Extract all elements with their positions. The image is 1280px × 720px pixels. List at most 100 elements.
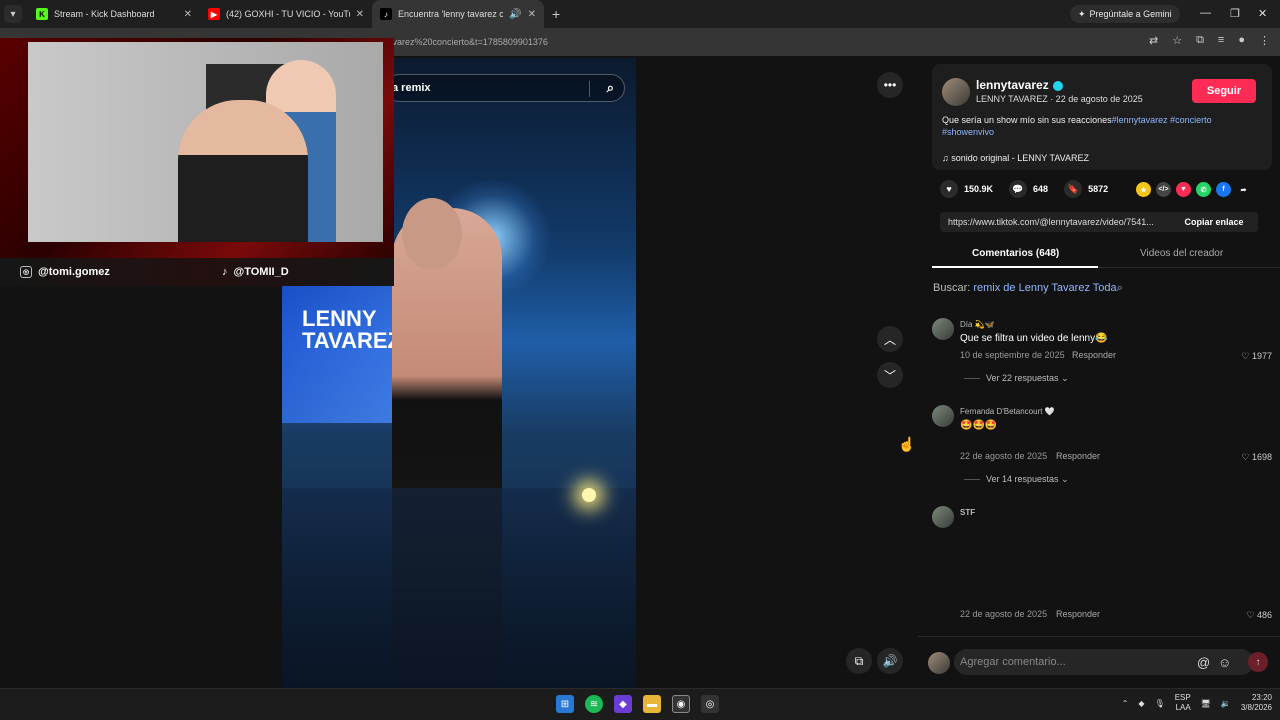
hashtag-link[interactable]: #showenvivo (942, 127, 994, 137)
url-field[interactable]: 0tavarez%20concierto&t=1785809901376 (380, 32, 1100, 52)
comment-avatar[interactable] (932, 506, 954, 528)
search-icon[interactable]: ⌕ (607, 80, 614, 96)
chrome-icon[interactable]: ◉ (672, 695, 690, 713)
view-replies-button[interactable]: Ver 22 respuestas ⌄ (964, 373, 1069, 384)
heart-outline-icon: ♡ (1241, 351, 1250, 361)
media-icon[interactable]: ≡ (1218, 34, 1224, 47)
comment-date: 10 de septiembre de 2025 (960, 350, 1065, 360)
volume-button[interactable]: 🔊 (877, 648, 903, 674)
panel-tabs: Comentarios (648) Videos del creador (932, 242, 1280, 268)
comment-avatar[interactable] (932, 405, 954, 427)
youtube-icon: ▶ (208, 8, 220, 20)
office-app-icon[interactable]: ◆ (614, 695, 632, 713)
new-tab-icon[interactable]: + (552, 6, 560, 22)
whatsapp-icon[interactable]: ✆ (1196, 182, 1211, 197)
close-tab-icon[interactable]: ✕ (356, 9, 364, 20)
toolbar-icons: ⇄ ☆ ⧉ ≡ ● ⋮ (1149, 34, 1270, 47)
hashtag-link[interactable]: #concierto (1170, 115, 1212, 125)
pip-button[interactable]: ⧉ (846, 648, 872, 674)
comment-date: 22 de agosto de 2025 (960, 609, 1048, 619)
reply-button[interactable]: Responder (1056, 451, 1100, 461)
save-button[interactable]: 🔖 5872 (1064, 180, 1108, 198)
tab-search-icon[interactable]: ▾ (4, 5, 22, 23)
mention-icon[interactable]: @ (1197, 655, 1210, 670)
hashtag-link[interactable]: #lennytavarez (1112, 115, 1168, 125)
username-text: lennytavarez (976, 78, 1049, 92)
video-link[interactable]: https://www.tiktok.com/@lennytavarez/vid… (948, 217, 1154, 227)
comment-icon: 💬 (1009, 180, 1028, 198)
repost-icon[interactable]: ★ (1136, 182, 1151, 197)
kick-icon: K (36, 8, 48, 20)
reply-button[interactable]: Responder (1056, 609, 1100, 619)
creator-username[interactable]: lennytavarez (976, 78, 1063, 92)
like-button[interactable]: ♥ 150.9K (940, 180, 993, 198)
creator-avatar[interactable] (942, 78, 970, 106)
comment-like[interactable]: ♡ 486 (1246, 610, 1272, 621)
close-window-icon[interactable]: ✕ (1258, 7, 1267, 20)
clock[interactable]: 23:20 3/8/2026 (1241, 693, 1272, 713)
tab-underline (932, 266, 1098, 268)
profile-avatar-icon[interactable]: ● (1238, 34, 1245, 47)
comment-author[interactable]: Fernanda D'Betancourt 🤍 (960, 407, 1055, 416)
crowd (282, 488, 636, 688)
minimize-icon[interactable]: — (1200, 7, 1211, 19)
like-count: 150.9K (964, 184, 994, 194)
comment-avatar[interactable] (932, 318, 954, 340)
instagram-handle: ◎ @tomi.gomez (20, 258, 110, 286)
phone-light (582, 488, 596, 502)
comment-button[interactable]: 💬 648 (1009, 180, 1048, 198)
maximize-icon[interactable]: ❐ (1230, 7, 1240, 20)
tab-creator-videos[interactable]: Videos del creador (1140, 248, 1223, 259)
menu-kebab-icon[interactable]: ⋮ (1259, 34, 1270, 47)
chevron-up-icon: ︿ (883, 332, 896, 347)
send-to-friends-icon[interactable]: ▼ (1176, 182, 1191, 197)
extensions-icon[interactable]: ⧉ (1196, 34, 1204, 47)
tab-youtube[interactable]: ▶ (42) GOXHI - TU VICIO - YouTu ✕ (200, 0, 372, 28)
reply-button[interactable]: Responder (1072, 350, 1116, 360)
comment-count: 648 (1033, 184, 1049, 194)
close-tab-icon[interactable]: ✕ (184, 9, 192, 20)
performer-head (402, 198, 462, 270)
copy-link-button[interactable]: Copiar enlace (1170, 212, 1258, 232)
tab-kick[interactable]: K Stream - Kick Dashboard ✕ (28, 0, 200, 28)
microphone-icon[interactable]: 🎙 (1155, 699, 1165, 708)
heart-outline-icon: ♡ (1246, 610, 1255, 620)
facebook-icon[interactable]: f (1216, 182, 1231, 197)
tab-comments[interactable]: Comentarios (648) (972, 248, 1059, 259)
bookmark-star-icon[interactable]: ☆ (1172, 34, 1182, 47)
translate-icon[interactable]: ⇄ (1149, 34, 1158, 47)
next-video-button[interactable]: ﹀ (877, 362, 903, 388)
embed-icon[interactable]: </> (1156, 182, 1171, 197)
system-tray: ⌃ ◆ 🎙 ESP LAA 🖥 🔉 23:20 3/8/2026 (1122, 693, 1272, 713)
send-comment-button[interactable]: ↑ (1248, 652, 1268, 672)
mute-tab-icon[interactable]: 🔊 (509, 9, 521, 20)
network-icon[interactable]: 🖥 (1201, 699, 1211, 708)
search-suggestion[interactable]: Buscar: remix de Lenny Tavarez Toda⌕ (933, 282, 1123, 295)
windows-taskbar: ⊞ ≋ ◆ ▬ ◉ ◎ ⌃ ◆ 🎙 ESP LAA 🖥 🔉 23:20 3/8/20… (0, 688, 1280, 720)
view-replies-button[interactable]: Ver 14 respuestas ⌄ (964, 474, 1069, 485)
search-bar[interactable]: a remix ⌕ (385, 74, 625, 102)
comment-like[interactable]: ♡ 1977 (1241, 351, 1272, 362)
file-explorer-icon[interactable]: ▬ (643, 695, 661, 713)
share-arrow-icon[interactable]: ➦ (1236, 182, 1251, 197)
tab-tiktok[interactable]: ♪ Encuentra 'lenny tavarez co 🔊 ✕ (372, 0, 544, 28)
sound-link[interactable]: ♫ sonido original - LENNY TAVAREZ (942, 153, 1089, 163)
windows-start-icon[interactable]: ⊞ (556, 695, 574, 713)
comment-author[interactable]: Día 💫🦋 (960, 320, 995, 329)
comment-author[interactable]: STF (960, 508, 975, 517)
tray-chevron-icon[interactable]: ⌃ (1122, 699, 1129, 708)
close-tab-icon[interactable]: ✕ (528, 9, 536, 20)
obs-icon[interactable]: ◎ (701, 695, 719, 713)
shield-icon[interactable]: ◆ (1138, 699, 1144, 708)
gemini-button[interactable]: ✦ Pregúntale a Gemini (1070, 5, 1180, 23)
emoji-icon[interactable]: ☺ (1218, 655, 1231, 670)
more-options-button[interactable]: ••• (877, 72, 903, 98)
speaker-icon[interactable]: 🔉 (1221, 699, 1231, 708)
led-screen (282, 283, 402, 423)
comment-like[interactable]: ♡ 1698 (1241, 452, 1272, 463)
language-indicator[interactable]: ESP LAA (1175, 693, 1191, 713)
lang-layout: LAA (1175, 703, 1191, 712)
follow-button[interactable]: Seguir (1192, 79, 1256, 103)
spotify-icon[interactable]: ≋ (585, 695, 603, 713)
previous-video-button[interactable]: ︿ (877, 326, 903, 352)
